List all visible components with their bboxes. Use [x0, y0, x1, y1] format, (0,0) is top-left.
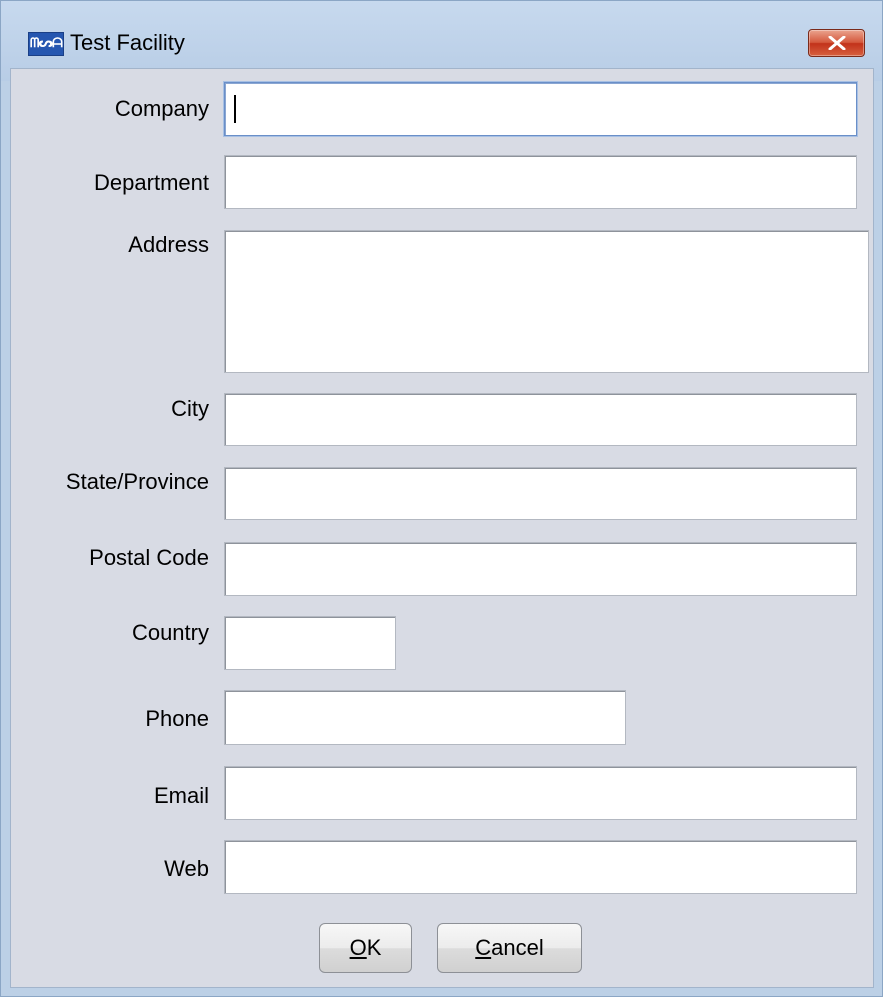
- country-field[interactable]: [224, 616, 396, 670]
- cancel-button[interactable]: Cancel: [437, 923, 582, 973]
- ok-label: K: [366, 935, 382, 960]
- company-field[interactable]: [224, 82, 857, 136]
- dialog-window: ᗰᔕᗩ Test Facility Company Department Add…: [0, 0, 883, 997]
- close-button[interactable]: [808, 29, 865, 57]
- ok-button[interactable]: OK: [319, 923, 412, 973]
- address-label: Address: [128, 232, 209, 257]
- country-label: Country: [131, 620, 209, 645]
- window-title: Test Facility: [70, 30, 185, 55]
- email-field[interactable]: [224, 766, 857, 820]
- company-label: Company: [114, 96, 209, 121]
- web-label: Web: [164, 856, 209, 881]
- web-field[interactable]: [224, 840, 857, 894]
- postal-code-label: Postal Code: [89, 545, 209, 570]
- phone-field[interactable]: [224, 690, 626, 745]
- state-province-field[interactable]: [224, 467, 857, 520]
- city-label: City: [171, 396, 209, 421]
- department-field[interactable]: [224, 155, 857, 209]
- ok-mnemonic: O: [349, 935, 367, 960]
- cancel-label: ancel: [491, 935, 544, 960]
- close-icon: [828, 36, 846, 50]
- email-label: Email: [153, 783, 209, 808]
- address-field[interactable]: [224, 230, 869, 373]
- postal-code-field[interactable]: [224, 542, 857, 596]
- city-field[interactable]: [224, 393, 857, 446]
- text-caret: [234, 95, 236, 123]
- cancel-mnemonic: C: [475, 935, 492, 960]
- department-label: Department: [94, 170, 209, 195]
- state-province-label: State/Province: [65, 469, 209, 494]
- phone-label: Phone: [145, 706, 209, 731]
- app-logo-icon: ᗰᔕᗩ: [28, 32, 64, 56]
